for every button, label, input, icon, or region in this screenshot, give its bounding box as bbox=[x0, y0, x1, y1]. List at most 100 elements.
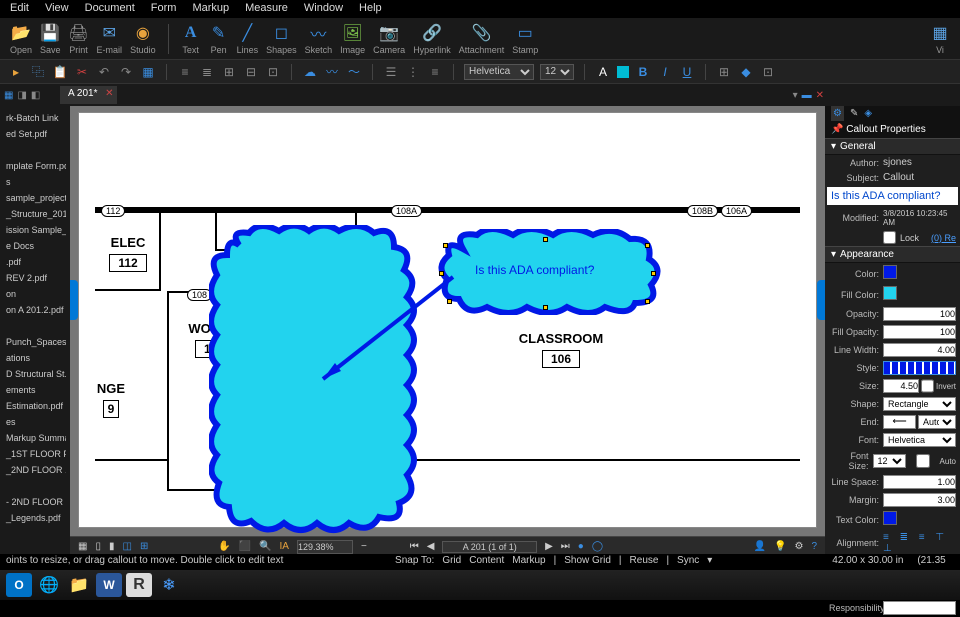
font-select[interactable]: Helvetica bbox=[883, 433, 956, 447]
font-size-select[interactable]: 12 bbox=[540, 64, 574, 80]
props-gear-icon[interactable]: ⚙ bbox=[831, 106, 844, 121]
redo-icon[interactable]: ↷ bbox=[118, 64, 134, 80]
file-item[interactable]: _2ND FLOOR ... bbox=[4, 462, 66, 478]
hyperlink-tool[interactable]: 🔗Hyperlink bbox=[413, 23, 451, 55]
end-auto-select[interactable]: Auto bbox=[918, 415, 956, 429]
file-item[interactable]: Punch_Spaces... bbox=[4, 334, 66, 350]
nav-cont-icon[interactable]: ▮ bbox=[109, 541, 115, 552]
align-icon[interactable]: ≡ bbox=[177, 64, 193, 80]
menu-window[interactable]: Window bbox=[304, 2, 343, 16]
props-pen-icon[interactable]: ✎ bbox=[850, 108, 858, 119]
margin-input[interactable] bbox=[883, 493, 956, 507]
file-item[interactable] bbox=[4, 142, 66, 158]
align3-icon[interactable]: ⊞ bbox=[221, 64, 237, 80]
save-button[interactable]: 💾Save bbox=[40, 23, 61, 55]
menu-markup[interactable]: Markup bbox=[192, 2, 229, 16]
tab-min-icon[interactable]: ▬ bbox=[802, 90, 812, 101]
snap-content[interactable]: Content bbox=[469, 555, 504, 569]
responsibility-input[interactable] bbox=[883, 601, 956, 615]
linewidth-input[interactable] bbox=[883, 343, 956, 357]
file-item[interactable] bbox=[4, 478, 66, 494]
pan-icon[interactable]: ✋ bbox=[218, 541, 230, 552]
first-page-icon[interactable]: ⏮ bbox=[410, 541, 419, 552]
app-icon[interactable]: ❄ bbox=[156, 573, 182, 597]
snap-markup[interactable]: Markup bbox=[512, 555, 545, 569]
pen-tool[interactable]: ✎Pen bbox=[209, 23, 229, 55]
props-pin-icon[interactable]: 📌 bbox=[831, 124, 843, 135]
cut-icon[interactable]: ✂ bbox=[74, 64, 90, 80]
reuse[interactable]: Reuse bbox=[630, 555, 659, 569]
cloud-icon[interactable]: ☁ bbox=[302, 64, 318, 80]
sync[interactable]: Sync bbox=[677, 555, 699, 569]
italic-icon[interactable]: I bbox=[657, 64, 673, 80]
nav-dot-icon[interactable]: ● bbox=[578, 541, 584, 552]
menu-form[interactable]: Form bbox=[151, 2, 177, 16]
align4-icon[interactable]: ⊟ bbox=[243, 64, 259, 80]
file-item[interactable]: REV 2.pdf bbox=[4, 270, 66, 286]
auto-checkbox[interactable] bbox=[908, 454, 938, 468]
font-family-select[interactable]: Helvetica bbox=[464, 64, 534, 80]
nav-split-icon[interactable]: ◫ bbox=[122, 541, 131, 552]
tab-dropdown-icon[interactable]: ▾ bbox=[793, 90, 798, 101]
zoom-input[interactable] bbox=[297, 540, 353, 554]
props-3d-icon[interactable]: ◈ bbox=[864, 108, 872, 119]
file-item[interactable]: _Legends.pdf bbox=[4, 510, 66, 526]
explorer-icon[interactable]: 📁 bbox=[66, 573, 92, 597]
attachment-tool[interactable]: 📎Attachment bbox=[459, 23, 505, 55]
textcolor-swatch[interactable] bbox=[883, 511, 897, 525]
file-item[interactable]: .pdf bbox=[4, 254, 66, 270]
alignment-buttons[interactable]: ≡ ≣ ≡ ⊤ ⊥ bbox=[883, 532, 956, 554]
bold-icon[interactable]: B bbox=[635, 64, 651, 80]
file-item[interactable]: es bbox=[4, 414, 66, 430]
help-icon[interactable]: ? bbox=[811, 541, 817, 552]
fontsize-select[interactable]: 12 bbox=[873, 454, 906, 468]
word-icon[interactable]: W bbox=[96, 573, 122, 597]
shapes-tool[interactable]: ◻Shapes bbox=[266, 23, 297, 55]
list-icon[interactable]: ☰ bbox=[383, 64, 399, 80]
view-button[interactable]: ▦Vi bbox=[930, 23, 950, 55]
menu-document[interactable]: Document bbox=[85, 2, 135, 16]
zoom-icon[interactable]: 🔍 bbox=[259, 541, 271, 552]
stamp-tool[interactable]: ▭Stamp bbox=[512, 23, 538, 55]
chrome-icon[interactable]: 🌐 bbox=[36, 573, 62, 597]
section-appearance[interactable]: ▾ Appearance bbox=[825, 246, 960, 263]
gear-icon[interactable]: ⚙ bbox=[794, 541, 803, 552]
align5-icon[interactable]: ⊡ bbox=[265, 64, 281, 80]
callout-text[interactable]: Is this ADA compliant? bbox=[475, 263, 594, 277]
cloud3-icon[interactable]: 〜 bbox=[346, 64, 362, 80]
misc3-icon[interactable]: ⊡ bbox=[760, 64, 776, 80]
file-item[interactable]: ations bbox=[4, 350, 66, 366]
reply-link[interactable]: (0) Re bbox=[931, 233, 956, 243]
textselect-icon[interactable]: IA bbox=[279, 541, 288, 552]
end-arrow-select[interactable]: ⟵ bbox=[883, 415, 916, 429]
new-icon[interactable]: ▸ bbox=[8, 64, 24, 80]
text-tool[interactable]: AText bbox=[181, 23, 201, 55]
revu-icon[interactable]: R bbox=[126, 573, 152, 597]
show-grid[interactable]: Show Grid bbox=[564, 555, 611, 569]
menu-view[interactable]: View bbox=[45, 2, 69, 16]
menu-edit[interactable]: Edit bbox=[10, 2, 29, 16]
file-item[interactable]: sample_project_... bbox=[4, 190, 66, 206]
file-item[interactable]: ed Set.pdf bbox=[4, 126, 66, 142]
canvas-viewport[interactable]: ELEC 112 112 NGE 9 MECH bbox=[70, 106, 825, 536]
misc2-icon[interactable]: ◆ bbox=[738, 64, 754, 80]
comment-field[interactable]: Is this ADA compliant? bbox=[827, 187, 958, 205]
linespace-input[interactable] bbox=[883, 475, 956, 489]
nav-single-icon[interactable]: ▯ bbox=[95, 541, 101, 552]
snap-grid[interactable]: Grid bbox=[442, 555, 461, 569]
file-item[interactable]: D Structural St... bbox=[4, 366, 66, 382]
collapse-right-handle[interactable] bbox=[817, 280, 825, 320]
highlight-icon[interactable] bbox=[617, 66, 629, 78]
collapse-left-handle[interactable] bbox=[70, 280, 78, 320]
select-icon[interactable]: ⬛ bbox=[239, 541, 251, 552]
opacity-input[interactable] bbox=[883, 307, 956, 321]
user-icon[interactable]: 👤 bbox=[754, 541, 766, 552]
nav-thumbs-icon[interactable]: ▦ bbox=[78, 541, 87, 552]
outlook-icon[interactable]: O bbox=[6, 573, 32, 597]
document-tab[interactable]: A 201* ✕ bbox=[60, 86, 117, 104]
file-item[interactable]: - 2ND FLOOR ... bbox=[4, 494, 66, 510]
menu-help[interactable]: Help bbox=[359, 2, 382, 16]
print-button[interactable]: 🖨Print bbox=[69, 23, 89, 55]
file-item[interactable]: on bbox=[4, 286, 66, 302]
file-item[interactable]: mplate Form.pdf bbox=[4, 158, 66, 174]
